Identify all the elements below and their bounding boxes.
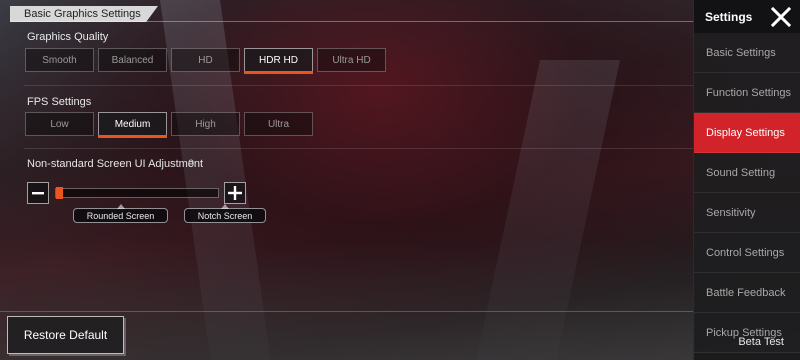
beta-test-label: Beta Test <box>738 336 784 348</box>
bottom-divider <box>0 311 694 312</box>
section-divider <box>10 21 694 22</box>
fps-option-ultra[interactable]: Ultra <box>244 112 313 136</box>
screen-adjustment-label: Non-standard Screen UI Adjustment <box>27 158 204 170</box>
sidebar-item-display-settings[interactable]: Display Settings <box>694 113 800 153</box>
fps-options: Low Medium High Ultra <box>25 112 313 138</box>
sidebar-item-function-settings[interactable]: Function Settings <box>694 73 800 113</box>
sidebar-header: Settings <box>694 0 800 33</box>
fps-settings-label: FPS Settings <box>27 96 92 108</box>
minus-icon <box>32 192 44 195</box>
rounded-screen-preset[interactable]: Rounded Screen <box>73 204 168 223</box>
sidebar-item-control-settings[interactable]: Control Settings <box>694 233 800 273</box>
slider-thumb[interactable] <box>56 187 63 199</box>
screen-adjustment-value: 0 <box>188 158 195 170</box>
divider <box>24 148 694 149</box>
graphics-option-ultra-hd[interactable]: Ultra HD <box>317 48 386 72</box>
graphics-option-hd[interactable]: HD <box>171 48 240 72</box>
graphics-quality-label: Graphics Quality <box>27 31 109 43</box>
graphics-option-smooth[interactable]: Smooth <box>25 48 94 72</box>
fps-option-medium[interactable]: Medium <box>98 112 167 138</box>
graphics-option-balanced[interactable]: Balanced <box>98 48 167 72</box>
screen-adjustment-slider[interactable] <box>55 187 219 199</box>
close-icon[interactable] <box>771 6 791 27</box>
section-title: Basic Graphics Settings <box>10 6 158 22</box>
sidebar-title: Settings <box>705 9 753 24</box>
sidebar-item-sensitivity[interactable]: Sensitivity <box>694 193 800 233</box>
notch-screen-preset[interactable]: Notch Screen <box>184 204 266 223</box>
fps-option-high[interactable]: High <box>171 112 240 136</box>
graphics-option-hdr-hd[interactable]: HDR HD <box>244 48 313 74</box>
settings-sidebar: Settings Basic Settings Function Setting… <box>693 0 800 360</box>
fps-option-low[interactable]: Low <box>25 112 94 136</box>
restore-default-button[interactable]: Restore Default <box>7 316 124 354</box>
sidebar-item-basic-settings[interactable]: Basic Settings <box>694 33 800 73</box>
sidebar-item-sound-setting[interactable]: Sound Setting <box>694 153 800 193</box>
divider <box>24 85 694 86</box>
increase-button[interactable] <box>224 182 246 204</box>
decrease-button[interactable] <box>27 182 49 204</box>
sidebar-item-battle-feedback[interactable]: Battle Feedback <box>694 273 800 313</box>
plus-icon <box>228 186 242 200</box>
graphics-quality-options: Smooth Balanced HD HDR HD Ultra HD <box>25 48 386 74</box>
